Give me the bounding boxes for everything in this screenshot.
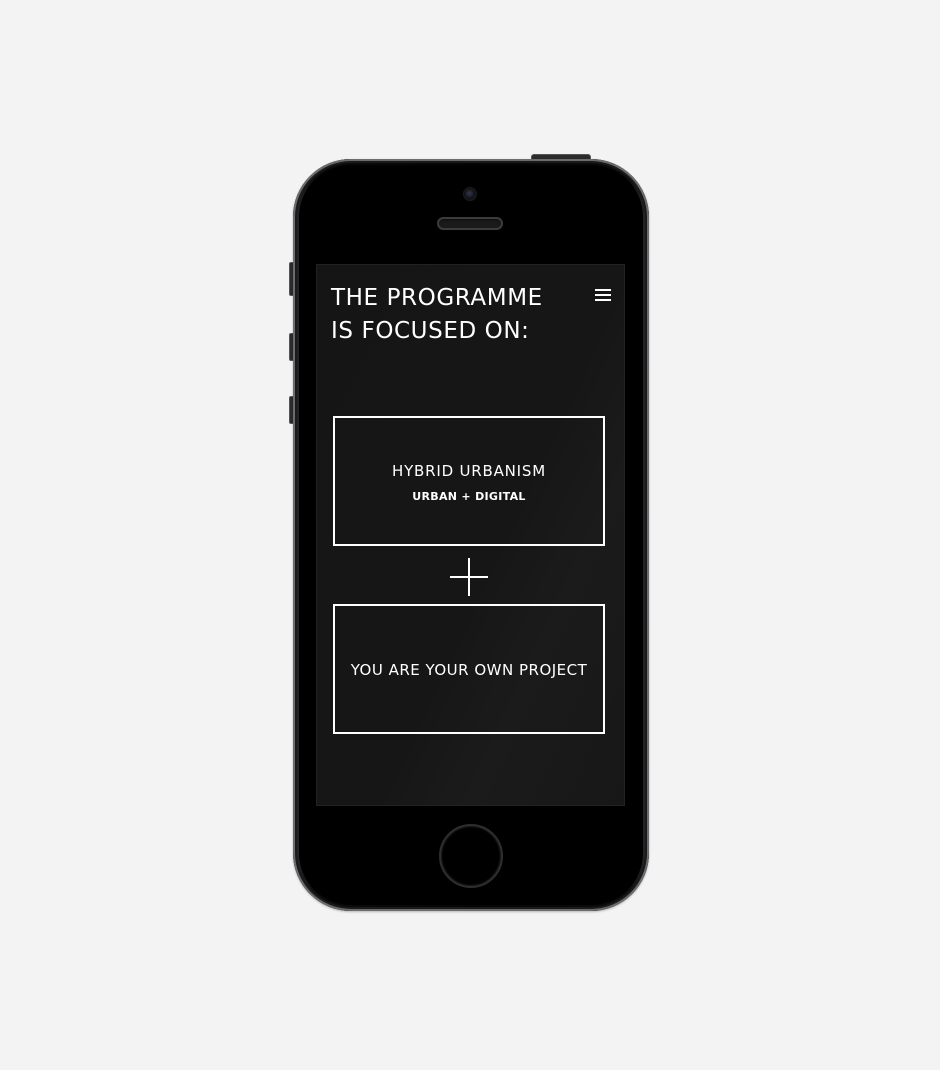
focus-card-own-project[interactable]: YOU ARE YOUR OWN PROJECT xyxy=(333,604,605,734)
card-title: YOU ARE YOUR OWN PROJECT xyxy=(350,661,588,679)
page-title-line-2: IS FOCUSED ON: xyxy=(331,318,530,344)
phone-screen: THE PROGRAMME IS FOCUSED ON: HYBRID URBA… xyxy=(316,264,625,806)
mockup-stage: THE PROGRAMME IS FOCUSED ON: HYBRID URBA… xyxy=(0,0,940,1070)
card-title: HYBRID URBANISM xyxy=(392,462,546,480)
plus-icon xyxy=(449,557,489,597)
hamburger-menu-icon xyxy=(595,289,611,301)
focus-card-hybrid-urbanism[interactable]: HYBRID URBANISM URBAN + DIGITAL xyxy=(333,416,605,546)
page-title: THE PROGRAMME IS FOCUSED ON: xyxy=(331,282,543,348)
card-subtitle: URBAN + DIGITAL xyxy=(412,490,526,503)
home-button[interactable] xyxy=(439,824,503,888)
front-camera-icon xyxy=(464,188,476,200)
menu-button[interactable] xyxy=(593,287,613,303)
page-title-line-1: THE PROGRAMME xyxy=(331,285,543,311)
earpiece-speaker xyxy=(437,217,503,230)
